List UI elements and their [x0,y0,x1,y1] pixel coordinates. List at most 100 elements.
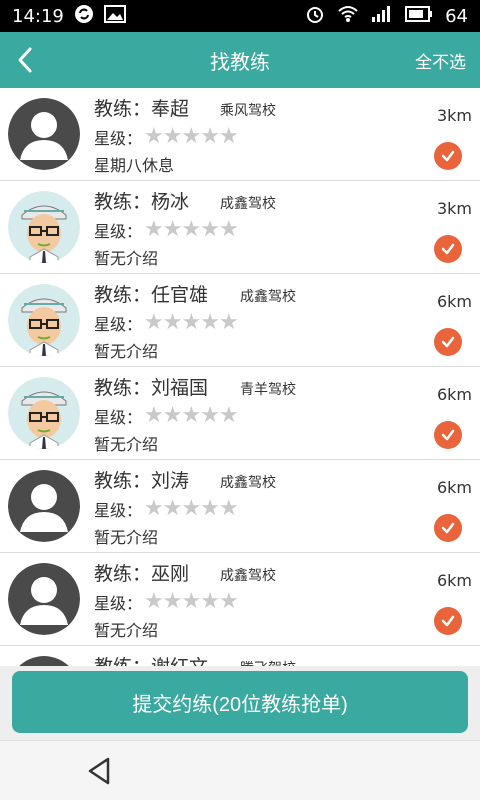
driving-school: 成鑫驾校 [220,475,276,491]
coach-label: 教练： [94,563,152,585]
coach-name-line: 教练：刘福国 [94,373,208,400]
star-icon: ★ [162,310,183,335]
rating-label: 星级： [94,501,143,520]
alarm-icon [305,4,325,29]
coach-label: 教练： [94,284,152,306]
coach-row[interactable]: 教练：任官雄 成鑫驾校 星级： ★ ★ ★ ★ ★ 暂无介绍 6km [0,274,480,367]
coach-name-line: 教练：杨冰 [94,187,189,214]
star-rating: ★ ★ ★ ★ ★ [144,124,239,149]
star-icon: ★ [200,217,220,242]
coach-name: 刘福国 [151,377,209,399]
star-icon: ★ [200,124,220,149]
driving-school: 成鑫驾校 [220,568,276,584]
status-bar: 14:19 64 [0,0,480,32]
avatar [8,656,80,666]
selected-check-icon[interactable] [434,235,462,263]
rating-label: 星级： [94,129,143,148]
star-rating: ★ ★ ★ ★ ★ [144,496,239,521]
coach-name: 杨冰 [151,191,190,213]
avatar [8,98,80,170]
page-title: 找教练 [210,49,270,74]
star-icon: ★ [200,496,220,521]
coach-label: 教练： [94,191,152,213]
star-icon: ★ [218,589,239,614]
distance: 6km [436,571,472,590]
coach-intro: 暂无介绍 [94,435,159,454]
star-icon: ★ [162,217,183,242]
coach-row[interactable]: 教练：杨冰 成鑫驾校 星级： ★ ★ ★ ★ ★ 暂无介绍 3km [0,181,480,274]
star-icon: ★ [181,217,201,242]
rating-label: 星级： [94,408,143,427]
rating-label: 星级： [94,222,143,241]
distance: 3km [436,106,472,125]
star-icon: ★ [144,310,164,335]
rating-label: 星级： [94,594,143,613]
coach-list[interactable]: 教练：奉超 乘风驾校 星级： ★ ★ ★ ★ ★ 星期八休息 3km 教练：杨冰 成鑫驾校… [0,88,480,666]
coach-row[interactable]: 教练：刘福国 青羊驾校 星级： ★ ★ ★ ★ ★ 暂无介绍 6km [0,367,480,460]
distance: 6km [436,385,472,404]
rating-line: 星级： ★ ★ ★ ★ ★ [94,589,239,614]
coach-name-line: 教练：刘涛 [94,466,189,493]
star-icon: ★ [218,310,239,335]
coach-intro: 星期八休息 [94,156,175,175]
selected-check-icon[interactable] [434,328,462,356]
star-icon: ★ [218,403,239,428]
star-icon: ★ [162,589,183,614]
star-icon: ★ [200,310,220,335]
star-icon: ★ [181,589,201,614]
coach-intro: 暂无介绍 [94,621,159,640]
chevron-left-icon [18,47,32,73]
coach-intro: 暂无介绍 [94,528,159,547]
distance: 6km [436,292,472,311]
coach-name: 任官雄 [151,284,209,306]
star-icon: ★ [218,217,239,242]
star-icon: ★ [200,403,220,428]
selected-check-icon[interactable] [434,421,462,449]
coach-row[interactable]: 教练：谢红文 腾飞驾校 星级：★★★★★ [0,646,480,666]
star-icon: ★ [181,496,201,521]
coach-name: 刘涛 [151,470,190,492]
star-rating: ★ ★ ★ ★ ★ [144,217,239,242]
distance: 6km [436,478,472,497]
rating-line: 星级： ★ ★ ★ ★ ★ [94,217,239,242]
rating-line: 星级： ★ ★ ★ ★ ★ [94,310,239,335]
star-icon: ★ [181,310,201,335]
star-icon: ★ [181,403,201,428]
driving-school: 青羊驾校 [240,382,296,398]
star-icon: ★ [162,496,183,521]
star-icon: ★ [200,589,220,614]
nav-back-icon[interactable] [84,755,116,787]
avatar [8,191,80,263]
star-rating: ★ ★ ★ ★ ★ [144,403,239,428]
back-button[interactable] [0,32,50,88]
star-icon: ★ [162,403,183,428]
selected-check-icon[interactable] [434,142,462,170]
coach-intro: 暂无介绍 [94,342,159,361]
sync-icon [74,4,94,29]
coach-name-line: 教练：奉超 [94,94,189,121]
coach-name: 奉超 [151,98,190,120]
footer: 提交约练(20位教练抢单) [0,666,480,740]
wifi-icon [337,5,359,28]
star-icon: ★ [218,496,239,521]
avatar [8,563,80,635]
star-icon: ★ [144,589,164,614]
submit-button[interactable]: 提交约练(20位教练抢单) [12,671,468,733]
coach-name-line: 教练：任官雄 [94,280,208,307]
app-bar: 找教练 全不选 [0,32,480,88]
coach-row[interactable]: 教练：巫刚 成鑫驾校 星级： ★ ★ ★ ★ ★ 暂无介绍 6km [0,553,480,646]
selected-check-icon[interactable] [434,607,462,635]
avatar [8,470,80,542]
selected-check-icon[interactable] [434,514,462,542]
driving-school: 乘风驾校 [220,103,276,119]
coach-row[interactable]: 教练：刘涛 成鑫驾校 星级： ★ ★ ★ ★ ★ 暂无介绍 6km [0,460,480,553]
star-icon: ★ [144,403,164,428]
avatar [8,284,80,356]
coach-row[interactable]: 教练：奉超 乘风驾校 星级： ★ ★ ★ ★ ★ 星期八休息 3km [0,88,480,181]
coach-label: 教练： [94,377,152,399]
deselect-all-button[interactable]: 全不选 [415,48,480,73]
star-rating: ★ ★ ★ ★ ★ [144,310,239,335]
driving-school: 腾飞驾校 [240,658,296,666]
avatar [8,377,80,449]
rating-label: 星级： [94,315,143,334]
